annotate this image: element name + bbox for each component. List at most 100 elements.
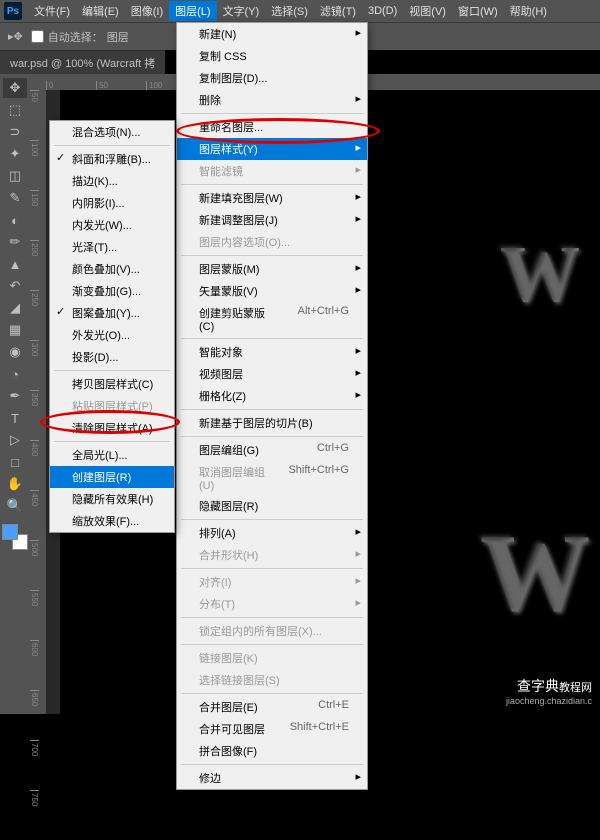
submenu-item[interactable]: 全局光(L)...: [50, 444, 174, 466]
submenu-item[interactable]: 颜色叠加(V)...: [50, 258, 174, 280]
ps-logo: Ps: [4, 2, 22, 20]
stamp-tool[interactable]: ▲: [3, 254, 27, 274]
menu-item[interactable]: 栅格化(Z)▸: [177, 385, 367, 407]
submenu-arrow-icon: ▸: [355, 141, 361, 154]
submenu-item[interactable]: 内发光(W)...: [50, 214, 174, 236]
menu-item[interactable]: 新建基于图层的切片(B): [177, 412, 367, 434]
menu-item[interactable]: 视频图层▸: [177, 363, 367, 385]
menu-item[interactable]: 新建(N)▸: [177, 23, 367, 45]
menu-item[interactable]: 新建调整图层(J)▸: [177, 209, 367, 231]
submenu-arrow-icon: ▸: [355, 525, 361, 538]
menu-item[interactable]: 矢量蒙版(V)▸: [177, 280, 367, 302]
submenu-item[interactable]: 内阴影(I)...: [50, 192, 174, 214]
menu-item: 图层内容选项(O)...: [177, 231, 367, 253]
menu-layer[interactable]: 图层(L): [169, 1, 216, 21]
eyedropper-tool[interactable]: ✎: [3, 188, 27, 208]
dodge-tool[interactable]: ◔: [3, 364, 27, 384]
menu-filter[interactable]: 滤镜(T): [314, 1, 362, 21]
submenu-arrow-icon: ▸: [355, 212, 361, 225]
menu-item[interactable]: 图层蒙版(M)▸: [177, 258, 367, 280]
menu-image[interactable]: 图像(I): [125, 1, 169, 21]
hand-tool[interactable]: ✋: [3, 474, 27, 494]
submenu-item[interactable]: 投影(D)...: [50, 346, 174, 368]
submenu-arrow-icon: ▸: [355, 388, 361, 401]
zoom-tool[interactable]: 🔍: [3, 496, 27, 516]
menu-file[interactable]: 文件(F): [28, 1, 76, 21]
layer-menu-dropdown: 新建(N)▸复制 CSS复制图层(D)...删除▸ 重命名图层...图层样式(Y)…: [176, 22, 368, 790]
menu-item[interactable]: 新建填充图层(W)▸: [177, 187, 367, 209]
submenu-arrow-icon: ▸: [355, 547, 361, 560]
gradient-tool[interactable]: ▦: [3, 320, 27, 340]
auto-select-checkbox[interactable]: [31, 30, 44, 43]
shape-tool[interactable]: □: [3, 452, 27, 472]
history-tool[interactable]: ↶: [3, 276, 27, 296]
menu-item[interactable]: 智能对象▸: [177, 341, 367, 363]
menu-item[interactable]: 创建剪贴蒙版(C)Alt+Ctrl+G: [177, 302, 367, 336]
pen-tool[interactable]: ✒: [3, 386, 27, 406]
menu-item[interactable]: 合并可见图层Shift+Ctrl+E: [177, 718, 367, 740]
color-swatches[interactable]: [2, 524, 28, 550]
layer-dropdown[interactable]: 图层: [107, 29, 129, 45]
menu-item[interactable]: 删除▸: [177, 89, 367, 111]
submenu-arrow-icon: ▸: [355, 163, 361, 176]
menu-view[interactable]: 视图(V): [403, 1, 452, 21]
submenu-item[interactable]: 缩放效果(F)...: [50, 510, 174, 532]
lasso-tool[interactable]: ⊃: [3, 122, 27, 142]
menu-item[interactable]: 合并图层(E)Ctrl+E: [177, 696, 367, 718]
submenu-item[interactable]: 混合选项(N)...: [50, 121, 174, 143]
brush-tool[interactable]: ✏: [3, 232, 27, 252]
marquee-tool[interactable]: ⬚: [3, 100, 27, 120]
move-tool[interactable]: ✥: [3, 78, 27, 98]
menu-item[interactable]: 复制图层(D)...: [177, 67, 367, 89]
submenu-arrow-icon: ▸: [355, 261, 361, 274]
wand-tool[interactable]: ✦: [3, 144, 27, 164]
watermark: 查字典教程网 jiaocheng.chazidian.c: [506, 676, 592, 706]
submenu-item[interactable]: 光泽(T)...: [50, 236, 174, 258]
artwork-letter-1: W: [500, 230, 580, 321]
menu-help[interactable]: 帮助(H): [504, 1, 553, 21]
check-icon: ✓: [56, 151, 65, 164]
submenu-arrow-icon: ▸: [355, 770, 361, 783]
submenu-item[interactable]: ✓斜面和浮雕(B)...: [50, 148, 174, 170]
eraser-tool[interactable]: ◢: [3, 298, 27, 318]
submenu-arrow-icon: ▸: [355, 283, 361, 296]
menu-item[interactable]: 修边▸: [177, 767, 367, 789]
toolbar: ✥ ⬚ ⊃ ✦ ◫ ✎ ◐ ✏ ▲ ↶ ◢ ▦ ◉ ◔ ✒ T ▷ □ ✋ 🔍: [0, 74, 30, 714]
submenu-item[interactable]: 外发光(O)...: [50, 324, 174, 346]
submenu-item[interactable]: 清除图层样式(A): [50, 417, 174, 439]
document-tab[interactable]: war.psd @ 100% (Warcraft 拷: [0, 50, 165, 74]
menu-item: 锁定组内的所有图层(X)...: [177, 620, 367, 642]
submenu-item[interactable]: 拷贝图层样式(C): [50, 373, 174, 395]
submenu-item[interactable]: 创建图层(R): [50, 466, 174, 488]
layer-style-submenu: 混合选项(N)... ✓斜面和浮雕(B)...描边(K)...内阴影(I)...内…: [49, 120, 175, 533]
crop-tool[interactable]: ◫: [3, 166, 27, 186]
submenu-item[interactable]: ✓图案叠加(Y)...: [50, 302, 174, 324]
menu-item[interactable]: 重命名图层...: [177, 116, 367, 138]
heal-tool[interactable]: ◐: [3, 210, 27, 230]
menu-window[interactable]: 窗口(W): [452, 1, 504, 21]
submenu-item: 粘贴图层样式(P): [50, 395, 174, 417]
menu-item[interactable]: 图层编组(G)Ctrl+G: [177, 439, 367, 461]
submenu-item[interactable]: 隐藏所有效果(H): [50, 488, 174, 510]
submenu-arrow-icon: ▸: [355, 190, 361, 203]
type-tool[interactable]: T: [3, 408, 27, 428]
menu-item[interactable]: 隐藏图层(R): [177, 495, 367, 517]
auto-select-label: 自动选择：: [48, 29, 103, 45]
menu-3d[interactable]: 3D(D): [362, 3, 403, 19]
fg-color[interactable]: [2, 524, 18, 540]
watermark-sub: 教程网: [559, 682, 592, 694]
artwork-letter-2: W: [480, 510, 590, 637]
submenu-arrow-icon: ▸: [355, 92, 361, 105]
path-tool[interactable]: ▷: [3, 430, 27, 450]
menu-item: 链接图层(K): [177, 647, 367, 669]
menu-type[interactable]: 文字(Y): [217, 1, 266, 21]
blur-tool[interactable]: ◉: [3, 342, 27, 362]
submenu-item[interactable]: 描边(K)...: [50, 170, 174, 192]
menu-select[interactable]: 选择(S): [265, 1, 314, 21]
menu-item[interactable]: 图层样式(Y)▸: [177, 138, 367, 160]
menu-item[interactable]: 拼合图像(F): [177, 740, 367, 762]
menu-edit[interactable]: 编辑(E): [76, 1, 125, 21]
menu-item[interactable]: 排列(A)▸: [177, 522, 367, 544]
submenu-item[interactable]: 渐变叠加(G)...: [50, 280, 174, 302]
menu-item[interactable]: 复制 CSS: [177, 45, 367, 67]
